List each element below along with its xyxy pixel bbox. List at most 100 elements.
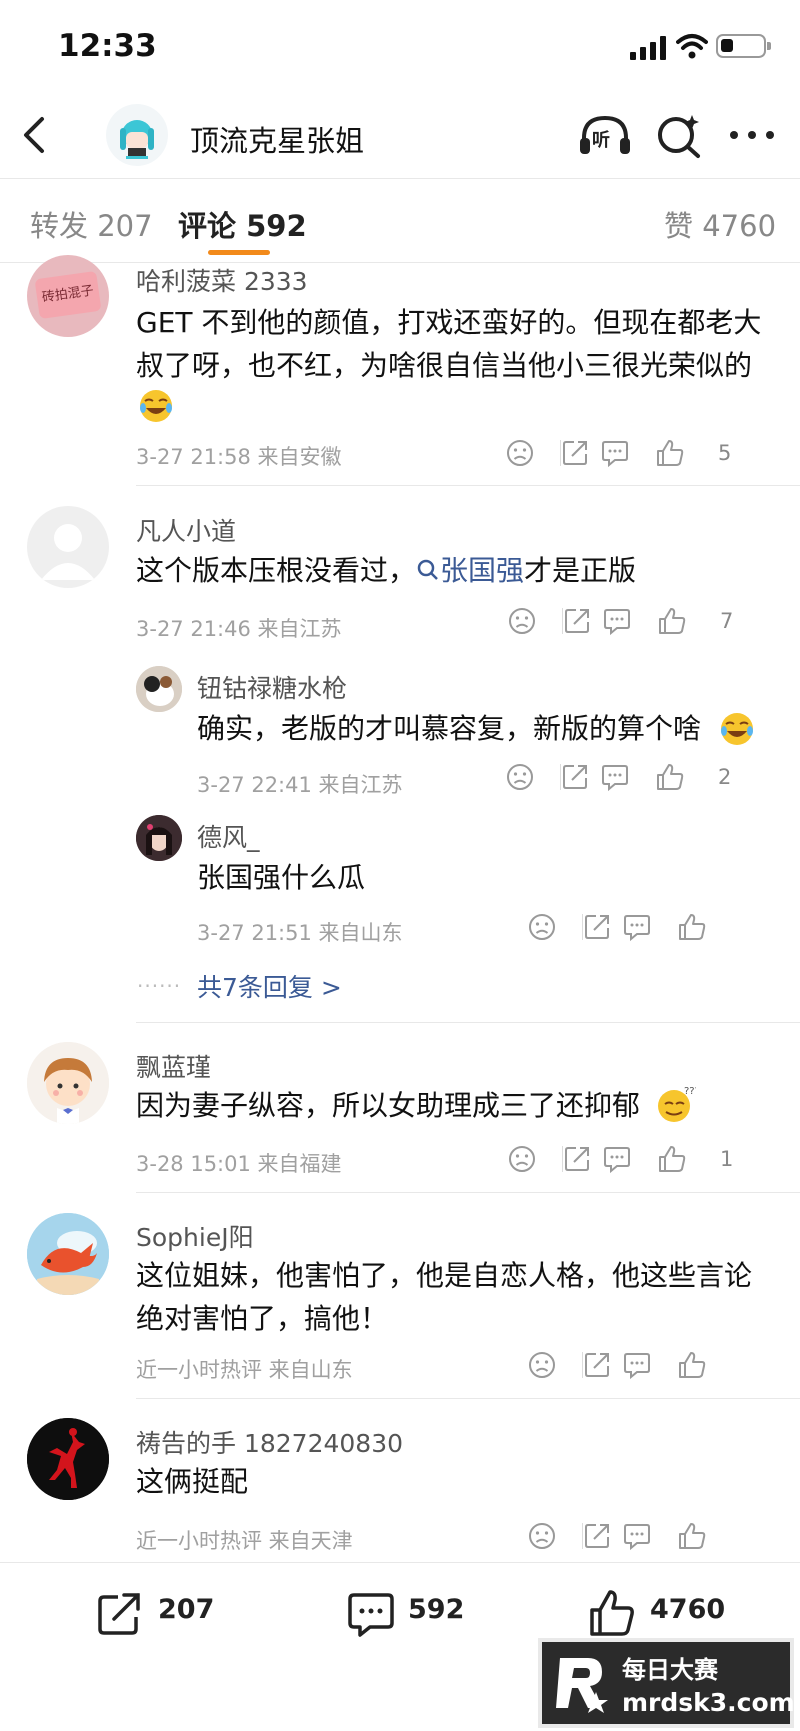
- share-icon[interactable]: [582, 912, 612, 942]
- comment-text: 绝对害怕了，搞他！: [136, 1302, 389, 1335]
- dizzy-emoji-icon: ???: [658, 1086, 696, 1122]
- comment-text: GET 不到他的颜值，打戏还蛮好的。但现在都老大: [136, 306, 762, 339]
- comment-icon[interactable]: [602, 1144, 632, 1174]
- repost-count[interactable]: 207: [158, 1594, 214, 1625]
- comment-meta: 近一小时热评 来自山东: [136, 1358, 353, 1382]
- comment-icon[interactable]: [622, 912, 652, 942]
- thumbs-up-icon[interactable]: [657, 606, 687, 636]
- watermark-top: 每日大赛: [622, 1656, 718, 1684]
- like-count: 5: [718, 441, 732, 465]
- dislike-icon[interactable]: [507, 606, 537, 636]
- share-icon[interactable]: [560, 438, 590, 468]
- comment-meta: 3-28 15:01 来自福建: [136, 1152, 342, 1176]
- comment-username[interactable]: 祷告的手 1827240830: [136, 1424, 403, 1460]
- svg-text:???: ???: [684, 1086, 696, 1097]
- tab-repost[interactable]: 转发 207: [30, 203, 153, 245]
- divider: [0, 262, 800, 263]
- share-icon[interactable]: [560, 762, 590, 792]
- avatar[interactable]: 砖拍混子: [27, 255, 109, 337]
- comment-icon: [348, 1593, 394, 1637]
- like-count: 1: [720, 1147, 734, 1171]
- avatar[interactable]: [27, 506, 109, 588]
- reply-username[interactable]: 德风_: [197, 818, 260, 854]
- status-time: 12:33: [58, 28, 157, 64]
- tab-comments[interactable]: 评论 592: [178, 203, 307, 245]
- thumbs-up-icon[interactable]: [657, 1144, 687, 1174]
- signal-icon: [630, 36, 666, 60]
- share-icon[interactable]: [582, 1521, 612, 1551]
- like-button[interactable]: [588, 1588, 636, 1638]
- like-count[interactable]: 4760: [650, 1594, 725, 1625]
- comment-icon[interactable]: [622, 1521, 652, 1551]
- tab-indicator: [208, 250, 270, 255]
- logo-icon: [556, 1658, 608, 1713]
- comment-text: 叔了呀，也不红，为啥很自信当他小三很光荣似的: [136, 349, 753, 382]
- comment-text: 这俩挺配: [136, 1465, 249, 1498]
- dislike-icon[interactable]: [527, 912, 557, 942]
- avatar[interactable]: [136, 666, 182, 712]
- avatar-text: 砖拍混子: [34, 270, 102, 320]
- watermark-bottom: mrdsk3.com: [622, 1688, 795, 1717]
- listen-label: 听: [592, 130, 610, 151]
- dislike-icon[interactable]: [505, 438, 535, 468]
- more-replies-link[interactable]: 共7条回复 >: [197, 968, 342, 1004]
- repost-icon: [98, 1593, 140, 1635]
- divider: [0, 178, 800, 179]
- thumbs-up-icon[interactable]: [655, 438, 685, 468]
- comment-meta: 3-27 21:58 来自安徽: [136, 445, 342, 469]
- share-icon[interactable]: [582, 1350, 612, 1380]
- thumbs-up-icon: [590, 1590, 634, 1636]
- reply-meta: 3-27 21:51 来自山东: [197, 921, 403, 945]
- topic-link[interactable]: 张国强: [416, 554, 524, 587]
- divider: [136, 1192, 800, 1193]
- like-count: 7: [720, 609, 734, 633]
- share-icon[interactable]: [562, 1144, 592, 1174]
- thumbs-up-icon[interactable]: [677, 912, 707, 942]
- comment-text: 这位姐妹，他害怕了，他是自恋人格，他这些言论: [136, 1259, 753, 1292]
- comment-icon[interactable]: [622, 1350, 652, 1380]
- back-icon[interactable]: [20, 115, 50, 155]
- avatar[interactable]: [106, 104, 168, 166]
- dislike-icon[interactable]: [505, 762, 535, 792]
- more-icon[interactable]: [728, 128, 776, 144]
- laugh-cry-emoji-icon: [140, 390, 172, 422]
- listen-button[interactable]: 听: [578, 112, 632, 160]
- share-icon[interactable]: [562, 606, 592, 636]
- comment-username[interactable]: 哈利菠菜 2333: [136, 262, 308, 298]
- page-title[interactable]: 顶流克星张姐: [190, 118, 364, 160]
- comment-icon[interactable]: [600, 438, 630, 468]
- reply-text: 张国强什么瓜: [197, 861, 366, 894]
- like-count: 2: [718, 765, 732, 789]
- thumbs-up-icon[interactable]: [677, 1521, 707, 1551]
- dislike-icon[interactable]: [527, 1521, 557, 1551]
- comment-text: 这个版本压根没看过， 张国强才是正版: [136, 554, 637, 587]
- comment-icon[interactable]: [600, 762, 630, 792]
- reply-username[interactable]: 钮钴禄糖水枪: [197, 669, 347, 705]
- repost-button[interactable]: [96, 1591, 144, 1637]
- comment-username[interactable]: 飘蓝瑾: [136, 1048, 211, 1084]
- search-icon[interactable]: [656, 113, 702, 159]
- search-icon: [417, 559, 438, 580]
- watermark-logo: 每日大赛 mrdsk3.com: [538, 1638, 795, 1728]
- comment-username[interactable]: 凡人小道: [136, 512, 236, 548]
- thumbs-up-icon[interactable]: [677, 1350, 707, 1380]
- divider: [0, 1562, 800, 1563]
- thread-dots: ······: [137, 974, 182, 998]
- avatar[interactable]: [27, 1042, 109, 1124]
- comment-count[interactable]: 592: [408, 1594, 464, 1625]
- avatar[interactable]: [136, 815, 182, 861]
- avatar[interactable]: [27, 1213, 109, 1295]
- comment-username[interactable]: SophieJ阳: [136, 1218, 254, 1254]
- comment-text: 因为妻子纵容，所以女助理成三了还抑郁: [136, 1089, 641, 1122]
- dislike-icon[interactable]: [507, 1144, 537, 1174]
- comment-button[interactable]: [346, 1591, 396, 1637]
- comment-icon[interactable]: [602, 606, 632, 636]
- tab-likes[interactable]: 赞 4760: [664, 203, 776, 245]
- divider: [136, 1022, 800, 1023]
- dislike-icon[interactable]: [527, 1350, 557, 1380]
- avatar[interactable]: [27, 1418, 109, 1500]
- reply-meta: 3-27 22:41 来自江苏: [197, 773, 403, 797]
- thumbs-up-icon[interactable]: [655, 762, 685, 792]
- comment-meta: 近一小时热评 来自天津: [136, 1529, 353, 1553]
- reply-text: 确实，老版的才叫慕容复，新版的算个啥: [197, 712, 702, 745]
